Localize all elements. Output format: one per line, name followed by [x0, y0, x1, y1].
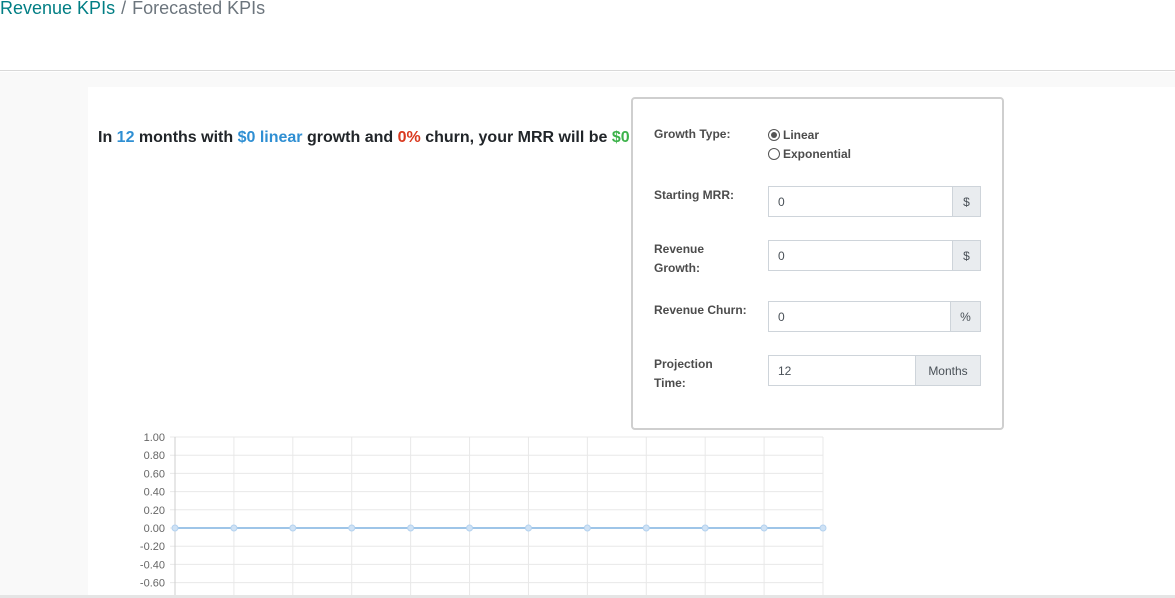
starting-mrr-currency-addon: $ — [952, 187, 980, 216]
exponential-label[interactable]: Exponential — [783, 147, 851, 161]
forecast-summary: In 12 months with $0 linear growth and 0… — [98, 129, 630, 147]
summary-churn: 0% — [397, 129, 421, 146]
revenue-churn-input[interactable] — [769, 302, 950, 331]
revenue-churn-label: Revenue Churn: — [654, 303, 747, 317]
summary-text: churn, your MRR will be — [420, 129, 612, 146]
revenue-churn-field: % — [768, 301, 981, 332]
starting-mrr-field: $ — [768, 186, 981, 217]
growth-option-linear[interactable]: Linear — [768, 125, 851, 144]
summary-growth: $0 linear — [237, 129, 303, 146]
revenue-growth-field: $ — [768, 240, 981, 271]
summary-text: In — [98, 129, 117, 146]
summary-text: months with — [134, 129, 238, 146]
revenue-growth-label: Revenue Growth: — [654, 240, 749, 278]
summary-months: 12 — [116, 129, 135, 146]
revenue-growth-input[interactable] — [769, 241, 952, 270]
projection-time-label-line1: Projection — [654, 357, 713, 371]
projection-time-label: Projection Time: — [654, 355, 749, 393]
projection-time-months-addon: Months — [915, 356, 980, 385]
revenue-churn-row: Revenue Churn: % — [654, 301, 984, 332]
summary-mrr: $0 — [611, 129, 630, 146]
summary-text: growth and — [302, 129, 398, 146]
starting-mrr-row: Starting MRR: $ — [654, 186, 984, 217]
projection-time-label-line2: Time: — [654, 376, 686, 390]
breadcrumb-revenue-kpis-link[interactable]: Revenue KPIs — [0, 0, 115, 18]
exponential-radio[interactable] — [768, 147, 780, 160]
growth-type-label: Growth Type: — [654, 127, 731, 141]
breadcrumb-current: Forecasted KPIs — [132, 0, 266, 18]
breadcrumb: Revenue KPIs / Forecasted KPIs — [0, 0, 265, 19]
linear-radio[interactable] — [768, 128, 780, 141]
breadcrumb-separator: / — [121, 0, 127, 18]
growth-type-row: Growth Type: Linear Exponential — [654, 125, 984, 170]
projection-time-row: Projection Time: Months — [654, 355, 984, 395]
revenue-growth-row: Revenue Growth: $ — [654, 240, 984, 280]
projection-time-field: Months — [768, 355, 981, 386]
growth-option-exponential[interactable]: Exponential — [768, 144, 851, 163]
revenue-growth-label-line1: Revenue — [654, 242, 705, 256]
revenue-growth-label-line2: Growth: — [654, 261, 700, 275]
revenue-churn-percent-addon: % — [950, 302, 980, 331]
growth-type-radio-group: Linear Exponential — [768, 125, 851, 163]
forecast-settings-panel: Growth Type: Linear Exponential Starting… — [631, 97, 1004, 430]
revenue-growth-currency-addon: $ — [952, 241, 980, 270]
projection-time-input[interactable] — [769, 356, 915, 385]
starting-mrr-label: Starting MRR: — [654, 188, 734, 202]
starting-mrr-input[interactable] — [769, 187, 952, 216]
control-panel: Revenue KPIs / Forecasted KPIs — [0, 0, 1175, 71]
linear-label[interactable]: Linear — [783, 128, 819, 142]
